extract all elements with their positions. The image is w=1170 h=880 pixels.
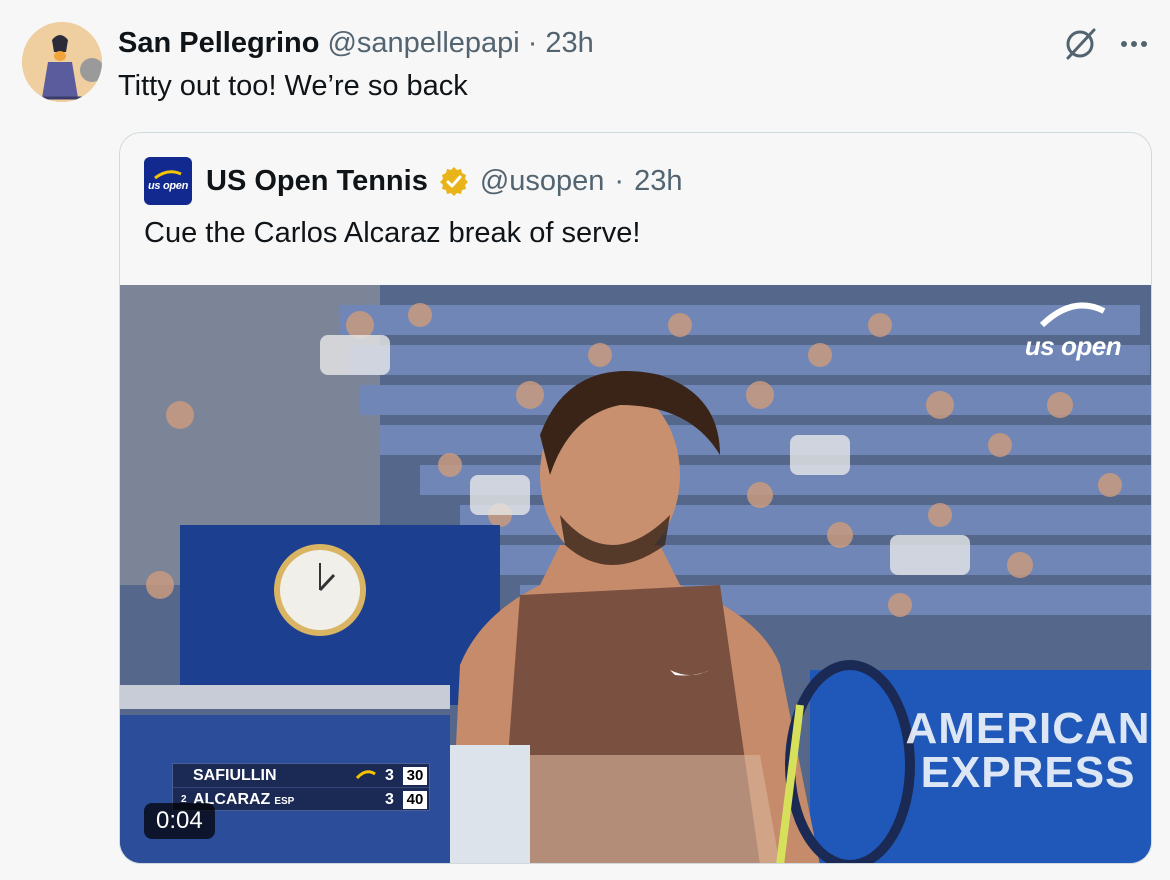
sponsor-line-1: AMERICAN [905, 704, 1151, 753]
quoted-post-time[interactable]: 23h [634, 165, 682, 198]
usopen-logo-text: us open [147, 180, 189, 192]
player-country: ESP [274, 795, 295, 807]
score-games: 3 [385, 790, 394, 808]
post-time[interactable]: 23h [545, 27, 593, 60]
sponsor-board: AMERICAN EXPRESS [903, 704, 1151, 797]
more-icon[interactable] [1114, 24, 1154, 64]
video-timestamp: 0:04 [144, 803, 215, 839]
avatar-image [22, 22, 102, 102]
author-display-name[interactable]: San Pellegrino [118, 27, 319, 60]
header-separator: · [527, 26, 538, 59]
watermark-text: us open [1024, 331, 1122, 361]
serving-indicator-icon [355, 770, 376, 780]
score-row: SAFIULLIN 3 30 [173, 764, 429, 788]
player-name: SAFIULLIN [193, 766, 277, 784]
usopen-logo-icon [154, 170, 182, 180]
quoted-post-header: us open US Open Tennis @usopen · 23h [144, 157, 682, 205]
usopen-watermark: us open [1013, 301, 1133, 371]
video-player[interactable]: us open AMERICAN EXPRESS SAFIULLIN 3 30 … [120, 285, 1151, 863]
usopen-avatar[interactable]: us open [144, 157, 192, 205]
score-points: 30 [403, 766, 427, 785]
usopen-watermark-icon [1039, 302, 1106, 328]
score-points: 40 [403, 790, 427, 809]
verified-badge-icon [439, 167, 468, 196]
quoted-author-handle[interactable]: @usopen [480, 165, 605, 198]
post-text: Titty out too! We’re so back [118, 70, 468, 102]
quoted-post-card[interactable]: us open US Open Tennis @usopen · 23h Cue… [119, 132, 1152, 864]
sponsor-line-2: EXPRESS [920, 748, 1136, 797]
post-header: San Pellegrino @sanpellepapi · 23h [118, 26, 594, 60]
quoted-header-separator: · [614, 164, 625, 197]
quoted-author-name[interactable]: US Open Tennis [206, 165, 428, 198]
quoted-post-text: Cue the Carlos Alcaraz break of serve! [144, 217, 641, 249]
grok-icon[interactable] [1060, 24, 1100, 64]
author-handle[interactable]: @sanpellepapi [327, 27, 519, 60]
author-avatar[interactable] [22, 22, 102, 102]
score-games: 3 [385, 766, 394, 784]
